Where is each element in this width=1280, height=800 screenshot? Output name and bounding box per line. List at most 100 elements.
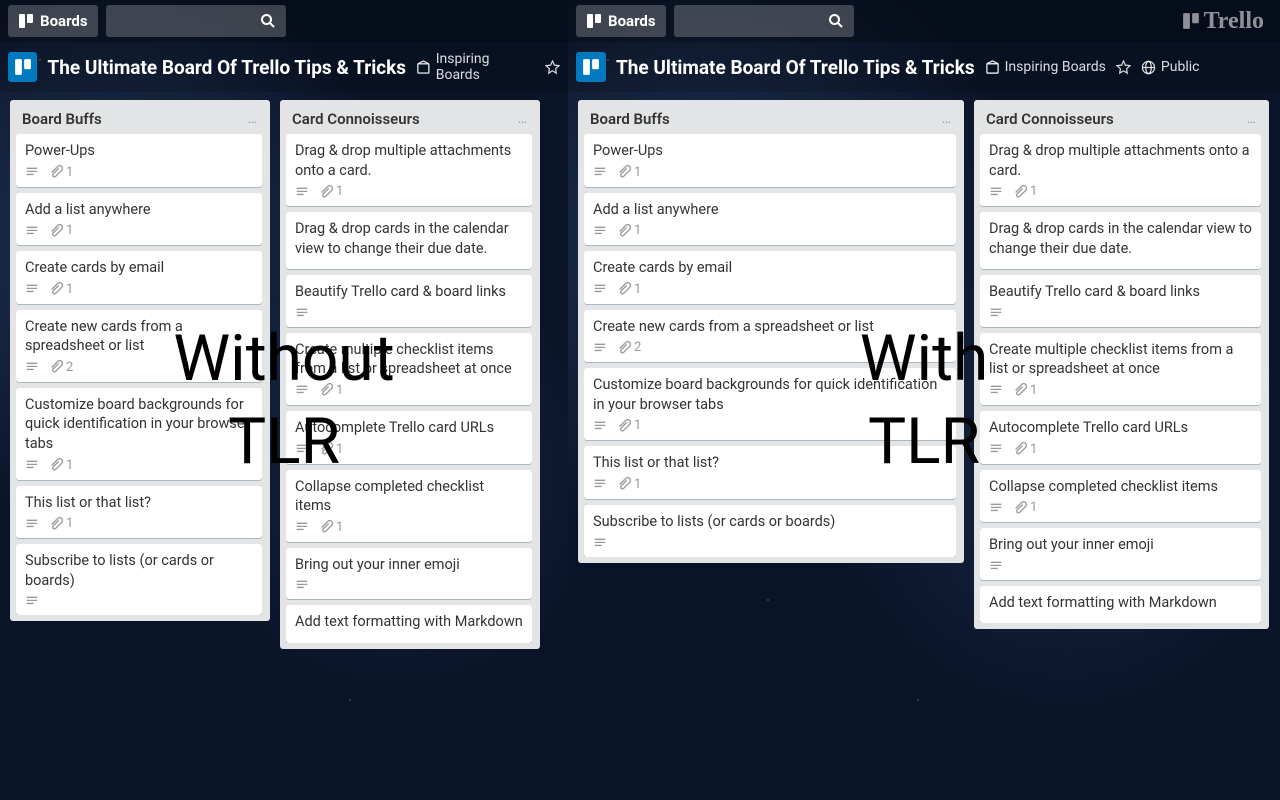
- description-icon: [295, 306, 309, 320]
- card[interactable]: Beautify Trello card & board links: [286, 275, 532, 327]
- card[interactable]: Create cards by email 1: [584, 251, 956, 304]
- card-title: Subscribe to lists (or cards or boards): [25, 551, 253, 590]
- brand-logo[interactable]: Trello: [1182, 8, 1264, 35]
- description-icon: [989, 442, 1003, 456]
- attachment-badge: 1: [319, 184, 343, 199]
- card[interactable]: Collapse completed checklist items 1: [286, 470, 532, 542]
- card[interactable]: Add text formatting with Markdown: [286, 605, 532, 643]
- star-button[interactable]: [545, 60, 560, 75]
- card-badges: 2: [25, 360, 253, 375]
- inspiring-boards-button[interactable]: Inspiring Boards: [985, 59, 1106, 75]
- description-icon: [593, 224, 607, 238]
- card[interactable]: Bring out your inner emoji: [980, 528, 1261, 580]
- search-icon: [260, 13, 276, 29]
- list-title[interactable]: Board Buffs: [590, 110, 670, 128]
- card[interactable]: Bring out your inner emoji: [286, 548, 532, 600]
- card-title: Subscribe to lists (or cards or boards): [593, 512, 947, 532]
- card-title: Power-Ups: [593, 141, 947, 161]
- attachment-badge: 1: [617, 223, 641, 238]
- topbar: Boards Trello: [568, 0, 1280, 42]
- attachment-badge: 1: [1013, 442, 1037, 457]
- star-button[interactable]: [1116, 60, 1131, 75]
- globe-icon: [1141, 60, 1156, 75]
- card[interactable]: Autocomplete Trello card URLs 1: [286, 411, 532, 464]
- star-icon: [545, 60, 560, 75]
- attachment-badge: 1: [49, 165, 73, 180]
- list-menu-button[interactable]: …: [1247, 111, 1257, 127]
- lists-container[interactable]: Board Buffs … Power-Ups 1 Add a list anywhe…: [0, 92, 568, 800]
- card[interactable]: Drag & drop multiple attachments onto a …: [980, 134, 1261, 206]
- card[interactable]: This list or that list? 1: [16, 486, 262, 539]
- card[interactable]: Add a list anywhere 1: [16, 193, 262, 246]
- card[interactable]: Collapse completed checklist items 1: [980, 470, 1261, 523]
- card[interactable]: Create multiple checklist items from a l…: [286, 333, 532, 405]
- card-title: Add a list anywhere: [25, 200, 253, 220]
- description-icon: [593, 419, 607, 433]
- search-icon: [828, 13, 844, 29]
- attachment-badge: 1: [617, 165, 641, 180]
- board-header: The Ultimate Board Of Trello Tips & Tric…: [568, 42, 1280, 92]
- description-icon: [593, 165, 607, 179]
- list-header: Board Buffs …: [16, 106, 264, 134]
- card-badges: [989, 306, 1252, 320]
- attachment-badge: 2: [617, 340, 641, 355]
- card-badges: 1: [593, 165, 947, 180]
- list-menu-button[interactable]: …: [942, 111, 952, 127]
- card[interactable]: Drag & drop multiple attachments onto a …: [286, 134, 532, 206]
- pane-without-tlr: Boards The Ultimate Board Of Trello Tips…: [0, 0, 568, 800]
- search-input[interactable]: [106, 5, 286, 37]
- lists-container[interactable]: Board Buffs…Power-Ups 1Add a list anywhe…: [568, 92, 1280, 800]
- card-title: Collapse completed checklist items: [295, 477, 523, 516]
- boards-button-label: Boards: [608, 12, 656, 30]
- boards-icon: [586, 13, 602, 29]
- card[interactable]: Customize board backgrounds for quick id…: [16, 388, 262, 480]
- card[interactable]: Drag & drop cards in the calendar view t…: [286, 212, 532, 269]
- card-badges: 1: [25, 223, 253, 238]
- boards-button-label: Boards: [40, 12, 88, 30]
- card-badges: 1: [593, 477, 947, 492]
- description-icon: [593, 477, 607, 491]
- card[interactable]: Create new cards from a spreadsheet or l…: [16, 310, 262, 382]
- boards-button[interactable]: Boards: [576, 5, 666, 37]
- cards-container: Power-Ups 1Add a list anywhere 1Create c…: [584, 134, 958, 557]
- card-badges: 1: [989, 442, 1252, 457]
- card[interactable]: Drag & drop cards in the calendar view t…: [980, 212, 1261, 269]
- boards-icon: [18, 13, 34, 29]
- description-icon: [593, 282, 607, 296]
- card[interactable]: Add a list anywhere 1: [584, 193, 956, 246]
- description-icon: [989, 185, 1003, 199]
- list: Card Connoisseurs … Drag & drop multiple a…: [280, 100, 540, 649]
- card[interactable]: This list or that list? 1: [584, 446, 956, 499]
- inspiring-boards-button[interactable]: Inspiring Boards: [416, 51, 535, 83]
- list-title[interactable]: Board Buffs: [22, 110, 102, 128]
- card[interactable]: Create cards by email 1: [16, 251, 262, 304]
- card[interactable]: Subscribe to lists (or cards or boards): [584, 505, 956, 557]
- card[interactable]: Create new cards from a spreadsheet or l…: [584, 310, 956, 363]
- list-menu-button[interactable]: …: [518, 111, 528, 127]
- card-title: Create new cards from a spreadsheet or l…: [25, 317, 253, 356]
- board-title[interactable]: The Ultimate Board Of Trello Tips & Tric…: [47, 56, 406, 79]
- visibility-button[interactable]: Public: [1141, 59, 1200, 75]
- cards-container: Drag & drop multiple attachments onto a …: [286, 134, 534, 643]
- card[interactable]: Power-Ups 1: [584, 134, 956, 187]
- card-title: Add text formatting with Markdown: [989, 593, 1252, 613]
- boards-button[interactable]: Boards: [8, 5, 98, 37]
- list-menu-button[interactable]: …: [248, 111, 258, 127]
- card[interactable]: Customize board backgrounds for quick id…: [584, 368, 956, 440]
- card[interactable]: Autocomplete Trello card URLs 1: [980, 411, 1261, 464]
- list-header: Board Buffs …: [584, 106, 958, 134]
- card-badges: [989, 559, 1252, 573]
- list-title[interactable]: Card Connoisseurs: [292, 110, 420, 128]
- card-title: Drag & drop cards in the calendar view t…: [295, 219, 523, 258]
- card[interactable]: Beautify Trello card & board links: [980, 275, 1261, 327]
- card[interactable]: Create multiple checklist items from a l…: [980, 333, 1261, 405]
- card[interactable]: Subscribe to lists (or cards or boards): [16, 544, 262, 615]
- list-title[interactable]: Card Connoisseurs: [986, 110, 1114, 128]
- card-title: Autocomplete Trello card URLs: [989, 418, 1252, 438]
- attachment-badge: 1: [49, 223, 73, 238]
- search-input[interactable]: [674, 5, 854, 37]
- card[interactable]: Power-Ups 1: [16, 134, 262, 187]
- card[interactable]: Add text formatting with Markdown: [980, 586, 1261, 624]
- list: Board Buffs … Power-Ups 1 Add a list anywhe…: [10, 100, 270, 621]
- board-title[interactable]: The Ultimate Board Of Trello Tips & Tric…: [616, 56, 975, 79]
